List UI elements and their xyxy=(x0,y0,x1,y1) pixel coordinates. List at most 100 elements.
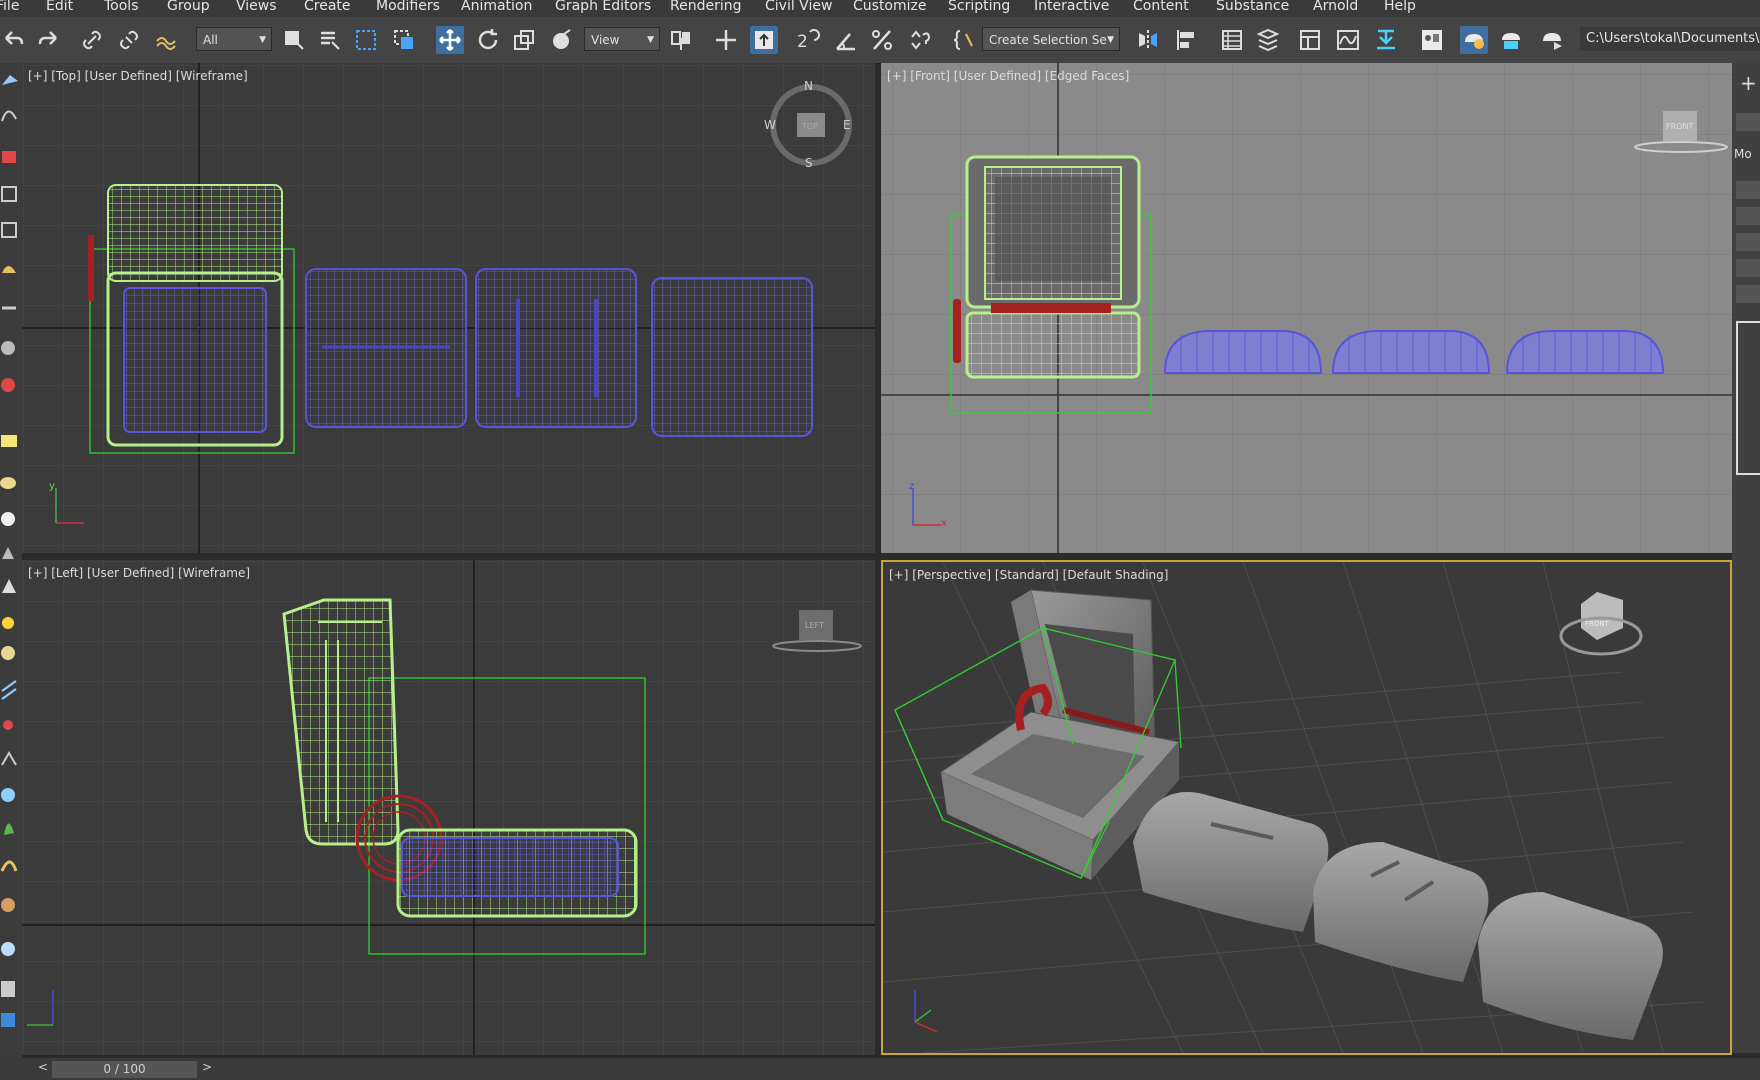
cushion-2 xyxy=(1313,842,1489,982)
cushion-2-frontview xyxy=(1331,330,1491,374)
menu-group[interactable]: Group xyxy=(167,0,210,14)
view-cube-label: TOP xyxy=(801,122,818,131)
mirror-icon[interactable] xyxy=(1134,26,1162,54)
material-editor-icon[interactable] xyxy=(1418,26,1446,54)
bind-spacewarp-icon[interactable] xyxy=(152,26,180,54)
view-cube-label: FRONT xyxy=(1666,122,1693,131)
cushion-1 xyxy=(1133,792,1329,932)
menu-scripting[interactable]: Scripting xyxy=(948,0,1010,14)
rendered-frame-window-icon[interactable] xyxy=(1497,26,1525,54)
modifier-tab-label[interactable]: Mo xyxy=(1734,147,1752,161)
project-path-field[interactable]: C:\Users\tokal\Documents\3ds xyxy=(1580,27,1760,51)
panel-field[interactable] xyxy=(1736,285,1760,303)
time-slider-prev-button[interactable]: < xyxy=(38,1060,48,1074)
panel-field[interactable] xyxy=(1736,207,1760,225)
menu-arnold[interactable]: Arnold xyxy=(1313,0,1358,14)
align-icon[interactable] xyxy=(1172,26,1200,54)
named-selection-dropdown[interactable]: Create Selection Se ▼ xyxy=(982,27,1120,51)
command-panel: + Mo xyxy=(1732,63,1760,1053)
render-production-icon[interactable] xyxy=(1538,26,1566,54)
viewport-top[interactable]: TOP [+] [Top] [User Defined] [Wireframe]… xyxy=(22,63,875,553)
viewport-front-label[interactable]: [+] [Front] [User Defined] [Edged Faces] xyxy=(887,69,1129,83)
viewport-left-label[interactable]: [+] [Left] [User Defined] [Wireframe] xyxy=(28,566,250,580)
scene-explorer-icon[interactable] xyxy=(1218,26,1246,54)
panel-field[interactable] xyxy=(1736,113,1760,131)
menu-edit[interactable]: Edit xyxy=(46,0,73,14)
curve-editor-icon[interactable] xyxy=(1334,26,1362,54)
selection-filter-dropdown[interactable]: All ▼ xyxy=(196,27,272,51)
menu-civil-view[interactable]: Civil View xyxy=(765,0,832,14)
reference-coord-value: View xyxy=(591,33,620,47)
window-crossing-icon[interactable] xyxy=(390,26,418,54)
menu-modifiers[interactable]: Modifiers xyxy=(376,0,440,14)
render-setup-icon[interactable] xyxy=(1460,26,1488,54)
compass-west: W xyxy=(764,118,776,132)
panel-field[interactable] xyxy=(1736,259,1760,277)
menu-rendering[interactable]: Rendering xyxy=(670,0,742,14)
menu-help[interactable]: Help xyxy=(1384,0,1416,14)
viewport-left[interactable]: LEFT [+] [Left] [User Defined] [Wirefram… xyxy=(22,560,875,1055)
viewport-front[interactable]: FRONT [+] [Front] [User Defined] [Edged … xyxy=(881,63,1732,553)
svg-text:2: 2 xyxy=(797,32,808,52)
select-and-move-icon[interactable] xyxy=(436,26,464,54)
undo-icon[interactable] xyxy=(0,26,28,54)
menu-file[interactable]: File xyxy=(0,0,19,14)
left-view-canvas: LEFT xyxy=(22,560,875,1055)
pivot-center-icon[interactable] xyxy=(667,26,695,54)
time-slider-next-button[interactable]: > xyxy=(202,1060,212,1074)
left-command-strip xyxy=(0,63,22,1063)
menu-create[interactable]: Create xyxy=(304,0,351,14)
create-tab-icon[interactable]: + xyxy=(1740,71,1757,95)
ring-box-base-frontview xyxy=(965,311,1141,379)
ribbon-toggle-icon[interactable] xyxy=(1296,26,1324,54)
view-cube-label: FRONT xyxy=(1585,620,1610,628)
time-slider-frame-display[interactable]: 0 / 100 xyxy=(52,1061,197,1078)
perspective-view-canvas: FRONT xyxy=(883,562,1704,1053)
link-icon[interactable] xyxy=(78,26,106,54)
menu-substance[interactable]: Substance xyxy=(1216,0,1289,14)
menu-graph-editors[interactable]: Graph Editors xyxy=(555,0,651,14)
select-manipulate-icon[interactable] xyxy=(712,26,740,54)
menu-tools[interactable]: Tools xyxy=(104,0,139,14)
select-and-place-icon[interactable] xyxy=(548,26,576,54)
menu-bar: File Edit Tools Group Views Create Modifiers An… xyxy=(0,0,1760,17)
reference-coord-dropdown[interactable]: View ▼ xyxy=(584,27,660,51)
compass-south: S xyxy=(805,156,813,170)
menu-views[interactable]: Views xyxy=(236,0,277,14)
axis-z-label: z xyxy=(909,481,915,492)
menu-customize[interactable]: Customize xyxy=(853,0,927,14)
select-and-rotate-icon[interactable] xyxy=(474,26,502,54)
angle-snap-icon[interactable] xyxy=(832,26,860,54)
select-by-name-icon[interactable] xyxy=(316,26,344,54)
schematic-view-icon[interactable] xyxy=(1372,26,1400,54)
menu-interactive[interactable]: Interactive xyxy=(1034,0,1109,14)
menu-content[interactable]: Content xyxy=(1133,0,1189,14)
cushion-3 xyxy=(1478,892,1663,1040)
panel-field[interactable] xyxy=(1736,181,1760,199)
modifier-stack-list[interactable] xyxy=(1736,321,1760,475)
ring-box-insert-wireframe xyxy=(123,287,267,433)
menu-animation[interactable]: Animation xyxy=(461,0,532,14)
layer-explorer-icon[interactable] xyxy=(1254,26,1282,54)
viewport-perspective-label[interactable]: [+] [Perspective] [Standard] [Default Sh… xyxy=(889,568,1168,582)
cushion-1-frontview xyxy=(1163,330,1323,374)
redo-icon[interactable] xyxy=(34,26,62,54)
viewport-perspective[interactable]: FRONT [+] [Perspective] [Standard] [Defa… xyxy=(881,560,1732,1055)
panel-field[interactable] xyxy=(1736,233,1760,251)
command-icons xyxy=(0,75,18,1027)
select-and-scale-icon[interactable] xyxy=(510,26,538,54)
chevron-down-icon: ▼ xyxy=(647,35,654,45)
snaps-toggle-icon[interactable]: 2 xyxy=(794,26,822,54)
keyboard-shortcut-override-icon[interactable] xyxy=(750,26,778,54)
rect-selection-region-icon[interactable] xyxy=(352,26,380,54)
viewport-top-label[interactable]: [+] [Top] [User Defined] [Wireframe] xyxy=(28,69,248,83)
time-slider[interactable]: < 0 / 100 > xyxy=(0,1058,1760,1080)
spinner-snap-icon[interactable] xyxy=(906,26,934,54)
unlink-icon[interactable] xyxy=(115,26,143,54)
edit-named-selection-icon[interactable] xyxy=(950,26,978,54)
main-toolbar: All ▼ View ▼ 2 Create Selection Se ▼ C:\Use… xyxy=(0,17,1760,64)
cushion-3-wireframe xyxy=(651,277,813,437)
select-object-icon[interactable] xyxy=(280,26,308,54)
chevron-down-icon: ▼ xyxy=(259,35,266,45)
percent-snap-icon[interactable] xyxy=(868,26,896,54)
